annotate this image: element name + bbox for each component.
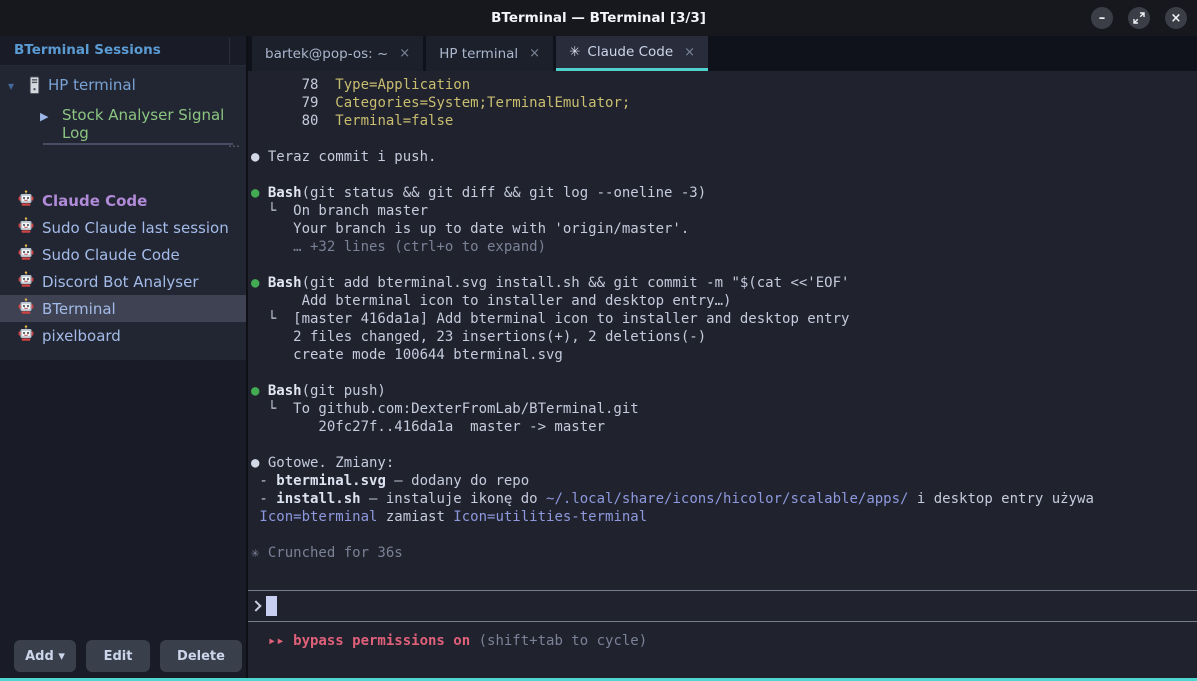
session-label: pixelboard: [42, 327, 121, 345]
terminal-line: [251, 436, 1197, 454]
tree-item-label: Stock Analyser Signal Log: [62, 106, 246, 142]
terminal-line: └ On branch master: [251, 202, 1197, 220]
permissions-status-line: ▸▸ bypass permissions on (shift+tab to c…: [248, 622, 1197, 650]
terminal-line: ● Bash(git push): [251, 382, 1197, 400]
tree-item-stock-analyser-log[interactable]: ▶ Stock Analyser Signal Log: [0, 102, 246, 130]
tab-claude-code[interactable]: ✳ Claude Code ×: [556, 36, 708, 71]
delete-button[interactable]: Delete: [160, 640, 242, 672]
maximize-button[interactable]: [1128, 7, 1150, 29]
sidebar-header[interactable]: BTerminal Sessions: [0, 36, 246, 66]
terminal-line: [251, 526, 1197, 544]
session-item-discord-bot-analyser[interactable]: Discord Bot Analyser: [0, 268, 246, 295]
sidebar-buttons: Add ▾ Edit Delete: [14, 640, 242, 672]
session-item-bterminal[interactable]: BTerminal: [0, 295, 246, 322]
terminal-line: 78 Type=Application: [251, 76, 1197, 94]
session-label: BTerminal: [42, 300, 116, 318]
session-item-claude-code[interactable]: Claude Code: [0, 187, 246, 214]
content-area: bartek@pop-os: ~ × HP terminal × ✳ Claud…: [248, 36, 1197, 678]
tab-close-icon[interactable]: ×: [684, 45, 695, 60]
bterminal-window: BTerminal — BTerminal [3/3] – × BTermina…: [0, 0, 1197, 681]
session-item-sudo-claude-code[interactable]: Sudo Claude Code: [0, 241, 246, 268]
close-icon: ×: [1171, 11, 1182, 26]
header-divider: [229, 38, 230, 64]
sessions-sidebar: BTerminal Sessions ▾ HP terminal: [0, 36, 248, 678]
terminal-line: 20fc27f..416da1a master -> master: [251, 418, 1197, 436]
terminal-line: Add bterminal icon to installer and desk…: [251, 292, 1197, 310]
main-area: BTerminal Sessions ▾ HP terminal: [0, 36, 1197, 678]
terminal-line: [251, 364, 1197, 382]
robot-icon: [18, 271, 34, 292]
robot-icon: [18, 244, 34, 265]
terminal-line: [251, 166, 1197, 184]
tab-label: Claude Code: [587, 44, 673, 60]
terminal-line: └ To github.com:DexterFromLab/BTerminal.…: [251, 400, 1197, 418]
terminal-output: 78 Type=Application 79 Categories=System…: [248, 71, 1197, 562]
titlebar[interactable]: BTerminal — BTerminal [3/3] – ×: [0, 0, 1197, 36]
tab-label: bartek@pop-os: ~: [265, 46, 388, 62]
tab-bar: bartek@pop-os: ~ × HP terminal × ✳ Claud…: [248, 36, 1197, 71]
terminal-line: 79 Categories=System;TerminalEmulator;: [251, 94, 1197, 112]
tree-item-label: HP terminal: [48, 76, 136, 94]
edit-button[interactable]: Edit: [86, 640, 150, 672]
robot-icon: [18, 325, 34, 346]
tab-hp-terminal[interactable]: HP terminal ×: [426, 36, 553, 71]
spinner-icon: ✳: [569, 44, 580, 60]
session-item-pixelboard[interactable]: pixelboard: [0, 322, 246, 349]
tab-label: HP terminal: [439, 46, 518, 62]
computer-tower-icon: [28, 76, 41, 99]
window-controls: – ×: [1091, 7, 1187, 29]
play-arrow-icon[interactable]: ▶: [40, 110, 48, 123]
terminal-line: 2 files changed, 23 insertions(+), 2 del…: [251, 328, 1197, 346]
terminal-line: Your branch is up to date with 'origin/m…: [251, 220, 1197, 238]
tree-more-dots: …: [228, 136, 242, 150]
prompt-chevron-icon: [250, 600, 261, 611]
terminal-input[interactable]: [248, 590, 1197, 622]
tab-bartek-pop-os-[interactable]: bartek@pop-os: ~ ×: [252, 36, 423, 71]
robot-icon: [18, 190, 34, 211]
terminal-line: ● Bash(git add bterminal.svg install.sh …: [251, 274, 1197, 292]
terminal-line: ● Gotowe. Zmiany:: [251, 454, 1197, 472]
sessions-list: Claude Code Sudo Claude last session: [0, 187, 246, 349]
session-label: Claude Code: [42, 192, 147, 210]
terminal-line: ✳ Crunched for 36s: [251, 544, 1197, 562]
text-cursor: [266, 596, 277, 616]
sidebar-title: BTerminal Sessions: [14, 42, 161, 58]
session-item-sudo-claude-last-session[interactable]: Sudo Claude last session: [0, 214, 246, 241]
terminal-line: └ [master 416da1a] Add bterminal icon to…: [251, 310, 1197, 328]
session-label: Sudo Claude last session: [42, 219, 229, 237]
terminal-line: [251, 256, 1197, 274]
terminal-line: 80 Terminal=false: [251, 112, 1197, 130]
terminal-line: … +32 lines (ctrl+o to expand): [251, 238, 1197, 256]
add-button[interactable]: Add ▾: [14, 640, 76, 672]
terminal-line: [251, 130, 1197, 148]
robot-icon: [18, 298, 34, 319]
terminal-line: Icon=bterminal zamiast Icon=utilities-te…: [251, 508, 1197, 526]
maximize-icon: [1133, 12, 1145, 24]
terminal-line: create mode 100644 bterminal.svg: [251, 346, 1197, 364]
collapse-arrow-icon[interactable]: ▾: [8, 79, 14, 93]
terminal-line: - bterminal.svg — dodany do repo: [251, 472, 1197, 490]
minimize-button[interactable]: –: [1091, 7, 1113, 29]
tree-divider: [43, 143, 233, 145]
terminal-line: - install.sh — instaluje ikonę do ~/.loc…: [251, 490, 1197, 508]
terminal-line: ● Bash(git status && git diff && git log…: [251, 184, 1197, 202]
session-label: Discord Bot Analyser: [42, 273, 198, 291]
terminal-line: ● Teraz commit i push.: [251, 148, 1197, 166]
sessions-tree: ▾ HP terminal ▶ Stock Analyser Signal Lo…: [0, 66, 246, 360]
tab-close-icon[interactable]: ×: [399, 46, 410, 61]
robot-icon: [18, 217, 34, 238]
terminal-view[interactable]: 78 Type=Application 79 Categories=System…: [248, 71, 1197, 678]
window-title: BTerminal — BTerminal [3/3]: [0, 0, 1197, 36]
minimize-icon: –: [1099, 11, 1106, 26]
tree-item-hp-terminal[interactable]: ▾ HP terminal: [0, 72, 246, 100]
session-label: Sudo Claude Code: [42, 246, 180, 264]
tab-close-icon[interactable]: ×: [529, 46, 540, 61]
close-button[interactable]: ×: [1165, 7, 1187, 29]
